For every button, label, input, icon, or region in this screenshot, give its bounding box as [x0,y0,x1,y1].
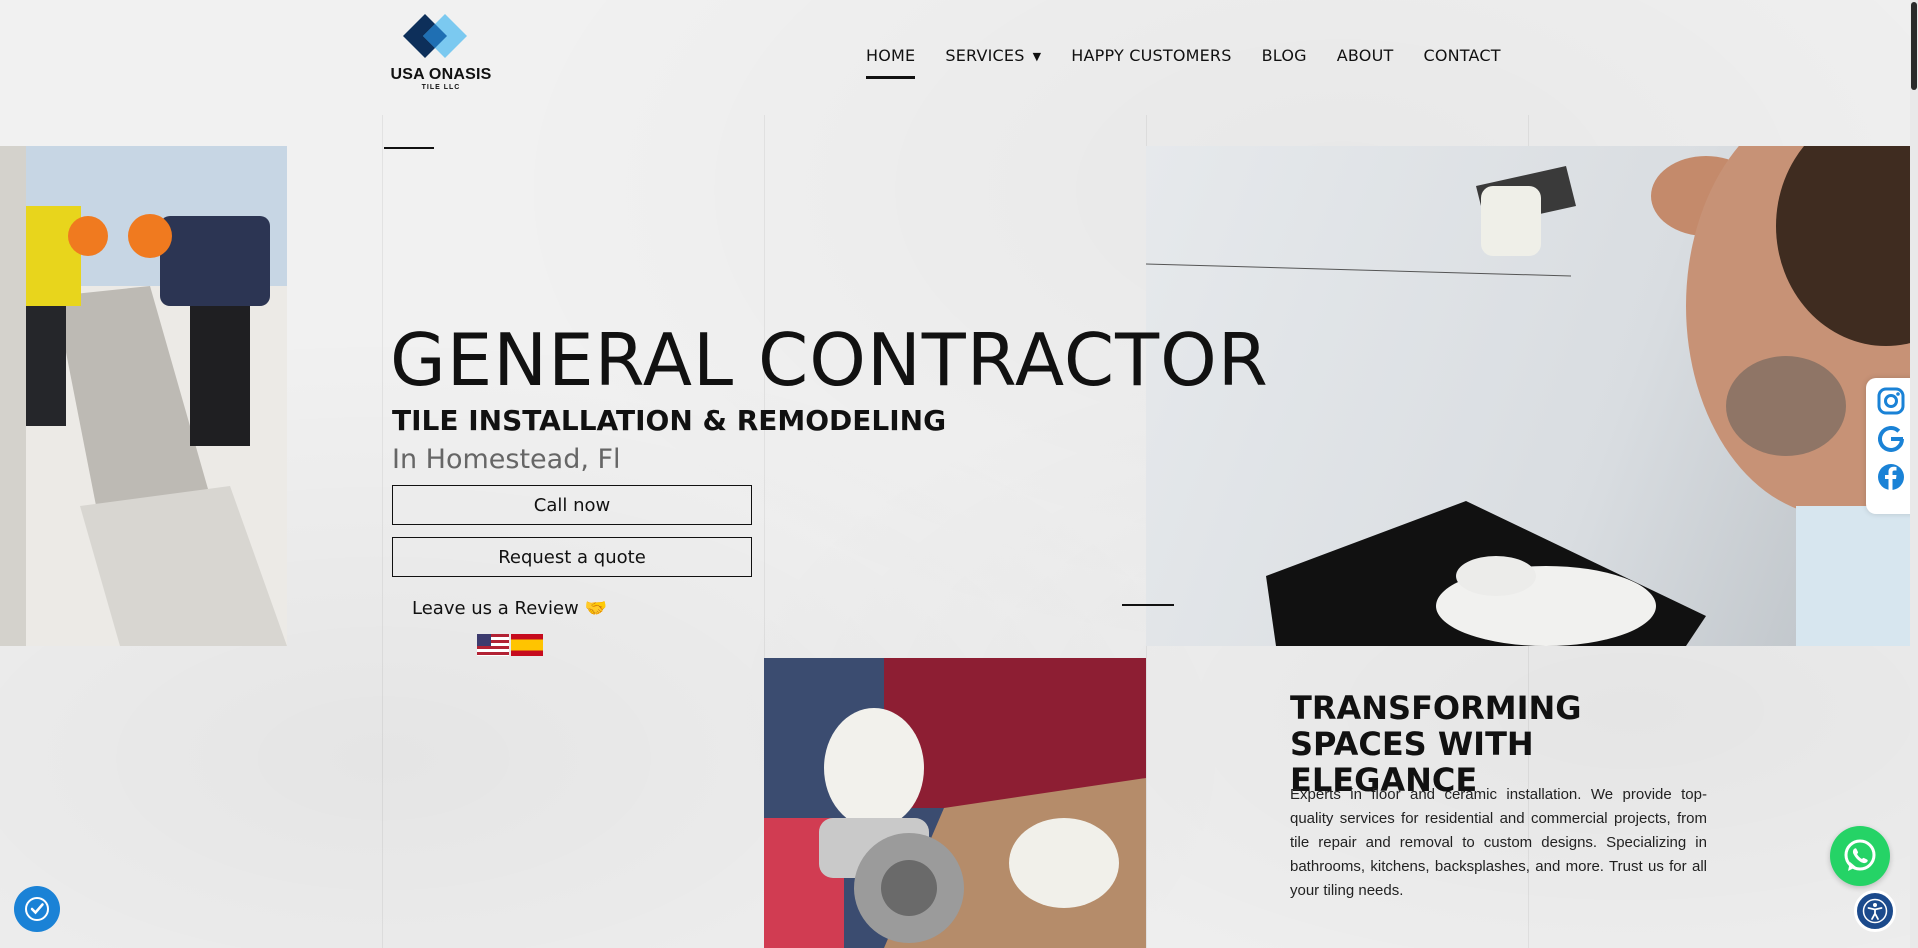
grid-line [382,115,383,948]
workers-laying-tile-photo [0,146,287,646]
whatsapp-icon [1844,839,1876,871]
nav-item-happy-customers[interactable]: HAPPY CUSTOMERS [1071,46,1231,65]
leave-review-link[interactable]: Leave us a Review 🤝 [412,598,607,619]
logo-mark-icon [403,14,467,58]
logo-sub: TILE LLC [421,84,461,91]
site-logo[interactable]: USA ONASIS TILE LLC [386,12,496,100]
facebook-icon[interactable] [1876,462,1906,492]
nav-item-blog[interactable]: BLOG [1262,46,1307,65]
whatsapp-button[interactable] [1830,826,1890,886]
scrollbar-thumb[interactable] [1911,2,1917,90]
request-quote-button[interactable]: Request a quote [392,537,752,577]
site-header: USA ONASIS TILE LLC HOME SERVICES ▼ HAPPY… [0,0,1918,115]
cookie-consent-icon [25,897,49,921]
nav-item-services-label: SERVICES [945,46,1025,65]
hero-title: GENERAL CONTRACTOR [390,318,1269,402]
accessibility-button[interactable] [1854,890,1896,932]
spain-flag-icon[interactable] [511,634,543,656]
decor-line [1122,604,1174,606]
section-description: Experts in floor and ceramic installatio… [1290,786,1707,899]
nav-item-contact[interactable]: CONTACT [1423,46,1500,65]
instagram-icon[interactable] [1876,386,1906,416]
nav-item-about[interactable]: ABOUT [1337,46,1394,65]
accessibility-icon [1862,898,1888,924]
nav-item-services[interactable]: SERVICES ▼ [945,46,1041,65]
page-scrollbar[interactable] [1910,0,1918,948]
main-nav: HOME SERVICES ▼ HAPPY CUSTOMERS BLOG ABOU… [866,46,1501,79]
logo-name: USA ONASIS [390,66,492,83]
decor-line [384,147,434,149]
google-icon[interactable] [1876,424,1906,454]
caret-down-icon: ▼ [1032,50,1042,63]
nav-item-home[interactable]: HOME [866,46,916,79]
social-sidebar [1866,378,1916,514]
section-title: TRANSFORMING SPACES WITH ELEGANCE [1290,689,1582,799]
language-switcher [477,634,543,656]
hero-subtitle: TILE INSTALLATION & REMODELING [392,404,947,437]
us-flag-icon[interactable] [477,634,509,656]
call-now-button[interactable]: Call now [392,485,752,525]
hero-location: In Homestead, Fl [392,444,621,475]
worker-cutting-tile-photo [764,658,1146,948]
cookie-consent-button[interactable] [14,886,60,932]
